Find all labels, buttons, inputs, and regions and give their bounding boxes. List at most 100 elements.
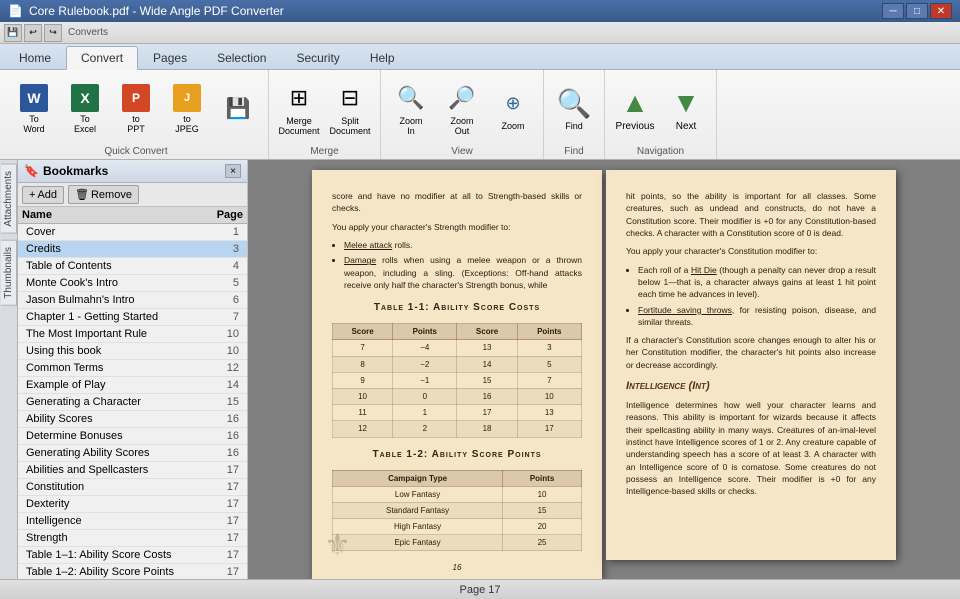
pdf-r-para-1: hit points, so the ability is important …: [626, 190, 876, 239]
bookmark-item[interactable]: Constitution17: [18, 479, 247, 496]
quick-undo-btn[interactable]: ↩: [24, 24, 42, 42]
points-col-1: Points: [393, 324, 457, 340]
to-word-button[interactable]: W ToWord: [10, 77, 58, 141]
navigation-group: ▲ Previous ▼ Next Navigation: [605, 70, 717, 159]
to-ppt-label: toPPT: [127, 114, 145, 134]
zoom-in-icon: 🔍: [395, 82, 427, 114]
table-row: High Fantasy20: [333, 519, 582, 535]
next-icon: ▼: [670, 87, 702, 119]
bookmark-item[interactable]: Abilities and Spellcasters17: [18, 462, 247, 479]
to-excel-button[interactable]: X ToExcel: [61, 77, 109, 141]
pdf-r-list: Each roll of a Hit Die (though a penalty…: [638, 264, 876, 329]
ppt-icon: P: [122, 84, 150, 112]
merge-icon: ⊞: [283, 82, 315, 114]
pdf-page-right: hit points, so the ability is important …: [606, 170, 896, 560]
split-label: SplitDocument: [329, 116, 370, 136]
bookmark-item[interactable]: Chapter 1 - Getting Started7: [18, 309, 247, 326]
split-document-button[interactable]: ⊟ SplitDocument: [326, 77, 374, 141]
app-icon: 📄: [8, 4, 23, 18]
bookmark-list[interactable]: Cover1Credits3Table of Contents4Monte Co…: [18, 224, 247, 579]
bookmark-item[interactable]: Intelligence17: [18, 513, 247, 530]
bookmark-item[interactable]: Using this book10: [18, 343, 247, 360]
title-bar-text: Core Rulebook.pdf - Wide Angle PDF Conve…: [29, 4, 284, 18]
bookmarks-toolbar: + Add 🗑 Remove: [18, 183, 247, 207]
points-col: Points: [503, 470, 582, 486]
bookmarks-header: 🔖 Bookmarks ×: [18, 160, 247, 183]
bookmark-item[interactable]: Generating a Character15: [18, 394, 247, 411]
tab-selection[interactable]: Selection: [202, 46, 281, 69]
tab-security[interactable]: Security: [281, 46, 354, 69]
bookmark-item[interactable]: Table of Contents4: [18, 258, 247, 275]
zoom-select-button[interactable]: ⊕ Zoom: [489, 77, 537, 141]
score-col-1: Score: [333, 324, 393, 340]
close-button[interactable]: ✕: [930, 3, 952, 19]
zoom-out-button[interactable]: 🔎 ZoomOut: [438, 77, 486, 141]
quick-save-btn[interactable]: 💾: [4, 24, 22, 42]
bookmark-item[interactable]: The Most Important Rule10: [18, 326, 247, 343]
zoom-out-icon: 🔎: [446, 82, 478, 114]
merge-label: MergeDocument: [278, 116, 319, 136]
bookmark-item[interactable]: Cover1: [18, 224, 247, 241]
quick-convert-group: W ToWord X ToExcel P toPPT J toJPEG 💾 Qu…: [4, 70, 269, 159]
table-row: Epic Fantasy25: [333, 535, 582, 551]
minimize-button[interactable]: ─: [882, 3, 904, 19]
pdf-r-item-2: Fortitude saving throws, for resisting p…: [638, 304, 876, 329]
bookmark-item[interactable]: Jason Bulmahn's Intro6: [18, 292, 247, 309]
to-jpeg-button[interactable]: J toJPEG: [163, 77, 211, 141]
pdf-left-content: score and have no modifier at all to Str…: [332, 190, 582, 291]
bookmark-item[interactable]: Strength17: [18, 530, 247, 547]
campaign-type-col: Campaign Type: [333, 470, 503, 486]
jpeg-icon: J: [173, 84, 201, 112]
pdf-page-left: score and have no modifier at all to Str…: [312, 170, 602, 579]
bookmark-item[interactable]: Determine Bonuses16: [18, 428, 247, 445]
bookmark-item[interactable]: Ability Scores16: [18, 411, 247, 428]
bookmark-item[interactable]: Generating Ability Scores16: [18, 445, 247, 462]
bookmark-item[interactable]: Common Terms12: [18, 360, 247, 377]
tab-help[interactable]: Help: [355, 46, 410, 69]
quick-redo-btn[interactable]: ↪: [44, 24, 62, 42]
pdf-list-item-2: Damage rolls when using a melee weapon o…: [344, 254, 582, 291]
attachments-tab[interactable]: Attachments: [1, 164, 17, 234]
ability-score-points-table: Campaign Type Points Low Fantasy10Standa…: [332, 470, 582, 552]
bookmarks-collapse-btn[interactable]: ×: [225, 164, 241, 178]
thumbnails-tab[interactable]: Thumbnails: [1, 240, 17, 306]
previous-button[interactable]: ▲ Previous: [611, 77, 659, 141]
remove-bookmark-button[interactable]: 🗑 Remove: [68, 185, 139, 204]
title-bar: 📄 Core Rulebook.pdf - Wide Angle PDF Con…: [0, 0, 960, 22]
add-bookmark-button[interactable]: + Add: [22, 186, 64, 204]
bookmark-item[interactable]: Dexterity17: [18, 496, 247, 513]
next-button[interactable]: ▼ Next: [662, 77, 710, 141]
zoom-out-label: ZoomOut: [450, 116, 473, 136]
merge-document-button[interactable]: ⊞ MergeDocument: [275, 77, 323, 141]
status-bar: Page 17: [0, 579, 960, 599]
ribbon-tabs: Home Convert Pages Selection Security He…: [0, 44, 960, 70]
tab-active[interactable]: Convert: [66, 46, 138, 70]
page-number-display: 16: [453, 562, 462, 573]
maximize-button[interactable]: □: [906, 3, 928, 19]
title-bar-controls[interactable]: ─ □ ✕: [882, 3, 952, 19]
bookmark-item[interactable]: Table 1–1: Ability Score Costs17: [18, 547, 247, 564]
zoom-in-button[interactable]: 🔍 ZoomIn: [387, 77, 435, 141]
to-ppt-button[interactable]: P toPPT: [112, 77, 160, 141]
bookmark-item[interactable]: Example of Play14: [18, 377, 247, 394]
page-col-header: Page: [203, 209, 243, 221]
previous-label: Previous: [616, 121, 655, 132]
bookmark-item[interactable]: Table 1–2: Ability Score Points17: [18, 564, 247, 579]
view-label: View: [387, 144, 537, 157]
excel-icon: X: [71, 84, 99, 112]
pdf-r-para-2: You apply your character's Constitution …: [626, 245, 876, 257]
zoom-in-label: ZoomIn: [399, 116, 422, 136]
merge-group: ⊞ MergeDocument ⊟ SplitDocument Merge: [269, 70, 381, 159]
bookmark-item[interactable]: Credits3: [18, 241, 247, 258]
tab-pages[interactable]: Pages: [138, 46, 202, 69]
find-button[interactable]: 🔍 Find: [550, 77, 598, 141]
save-button[interactable]: 💾: [214, 77, 262, 141]
tab-home[interactable]: Home: [4, 46, 66, 69]
find-buttons: 🔍 Find: [550, 74, 598, 144]
bookmark-item[interactable]: Monte Cook's Intro5: [18, 275, 247, 292]
pdf-r-para-3: If a character's Constitution score chan…: [626, 334, 876, 371]
intelligence-para: Intelligence determines how well your ch…: [626, 399, 876, 498]
pdf-list-1: Melee attack rolls. Damage rolls when us…: [344, 239, 582, 291]
to-word-label: ToWord: [23, 114, 44, 134]
table1-title: Table 1-1: Ability Score Costs: [332, 301, 582, 315]
